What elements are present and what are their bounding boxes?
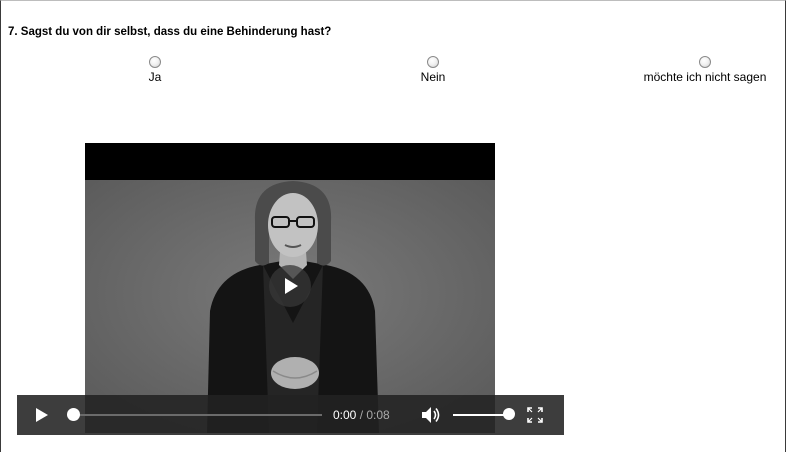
option-nein[interactable]: Nein [408,56,458,84]
radio-nein[interactable] [427,56,439,68]
video-player[interactable] [85,143,495,433]
play-button[interactable] [36,408,48,422]
radio-prefer-not-to-say[interactable] [699,56,711,68]
volume-icon[interactable] [421,406,441,424]
option-nein-label: Nein [420,70,446,84]
option-prefer-not-to-say[interactable]: möchte ich nicht sagen [625,56,785,84]
duration: 0:08 [366,408,390,422]
volume-slider[interactable] [453,414,507,416]
video-controls: 0:00 / 0:08 [17,395,564,435]
option-prefer-not-to-say-label: möchte ich nicht sagen [643,70,767,84]
option-ja[interactable]: Ja [135,56,175,84]
fullscreen-icon[interactable] [527,407,543,423]
play-icon [285,278,298,294]
current-time: 0:00 [333,408,357,422]
progress-bar[interactable] [74,414,322,416]
time-separator: / [356,408,367,422]
radio-ja[interactable] [149,56,161,68]
question-text: 7. Sagst du von dir selbst, dass du eine… [8,26,332,38]
big-play-button[interactable] [269,265,311,307]
time-display: 0:00 / 0:08 [333,408,390,422]
option-ja-label: Ja [148,70,162,84]
progress-handle[interactable] [67,408,80,421]
volume-handle[interactable] [503,408,515,420]
volume-fill [453,414,507,416]
